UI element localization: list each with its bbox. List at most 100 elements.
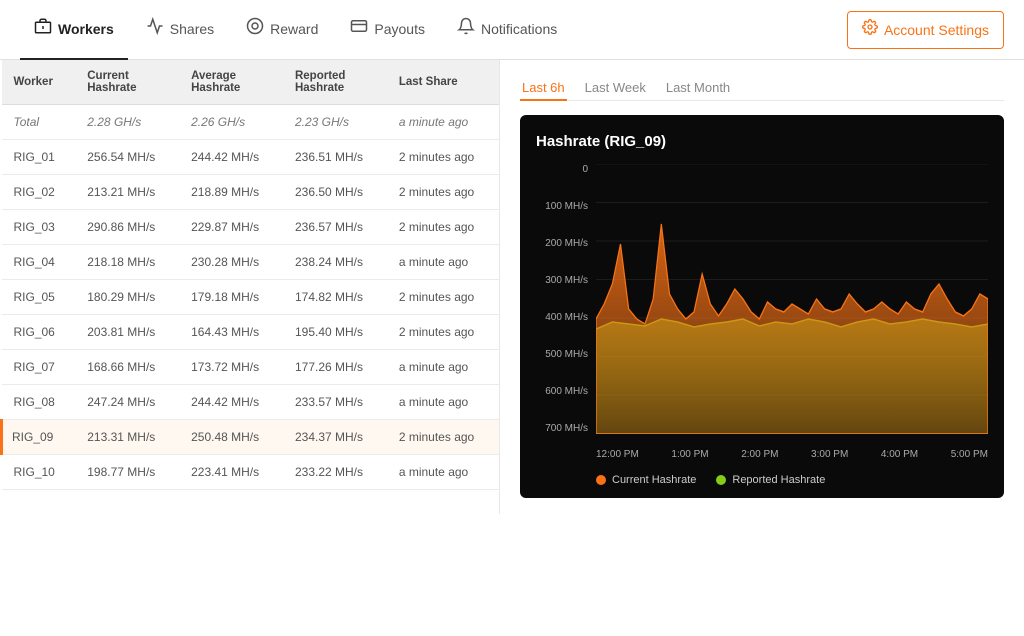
cell-worker: RIG_02 (2, 175, 76, 210)
table-row[interactable]: RIG_08 247.24 MH/s 244.42 MH/s 233.57 MH… (2, 385, 500, 420)
col-header-average-hashrate: AverageHashrate (179, 60, 283, 105)
cell-reported: 238.24 MH/s (283, 245, 387, 280)
cell-current: 2.28 GH/s (75, 105, 179, 140)
x-label-1: 1:00 PM (671, 449, 708, 460)
cell-average: 179.18 MH/s (179, 280, 283, 315)
x-axis: 12:00 PM 1:00 PM 2:00 PM 3:00 PM 4:00 PM… (596, 444, 988, 464)
cell-worker: RIG_05 (2, 280, 76, 315)
cell-current: 180.29 MH/s (75, 280, 179, 315)
tab-last-6h[interactable]: Last 6h (520, 76, 567, 101)
cell-current: 168.66 MH/s (75, 350, 179, 385)
cell-worker: RIG_06 (2, 315, 76, 350)
reward-icon (246, 17, 264, 40)
workers-table-section: Worker CurrentHashrate AverageHashrate R… (0, 60, 500, 514)
y-label-1: 600 MH/s (536, 386, 588, 397)
cell-reported: 195.40 MH/s (283, 315, 387, 350)
chart-container: Hashrate (RIG_09) 700 MH/s 600 MH/s 500 … (520, 115, 1004, 498)
cell-average: 230.28 MH/s (179, 245, 283, 280)
cell-last-share: a minute ago (387, 105, 499, 140)
y-label-2: 500 MH/s (536, 349, 588, 360)
y-label-6: 100 MH/s (536, 201, 588, 212)
legend-current-hashrate: Current Hashrate (596, 474, 696, 486)
cell-worker: RIG_08 (2, 385, 76, 420)
cell-last-share: 2 minutes ago (387, 280, 499, 315)
x-label-0: 12:00 PM (596, 449, 639, 460)
cell-reported: 174.82 MH/s (283, 280, 387, 315)
nav-account-settings[interactable]: Account Settings (847, 11, 1004, 49)
table-row[interactable]: RIG_04 218.18 MH/s 230.28 MH/s 238.24 MH… (2, 245, 500, 280)
cell-current: 213.31 MH/s (75, 420, 179, 455)
table-row[interactable]: RIG_01 256.54 MH/s 244.42 MH/s 236.51 MH… (2, 140, 500, 175)
table-row[interactable]: RIG_05 180.29 MH/s 179.18 MH/s 174.82 MH… (2, 280, 500, 315)
cell-worker: RIG_04 (2, 245, 76, 280)
nav-notifications-label: Notifications (481, 21, 557, 37)
chart-svg-container (596, 164, 988, 434)
table-row[interactable]: RIG_03 290.86 MH/s 229.87 MH/s 236.57 MH… (2, 210, 500, 245)
nav-reward[interactable]: Reward (232, 0, 332, 60)
notifications-icon (457, 17, 475, 40)
cell-last-share: a minute ago (387, 455, 499, 490)
legend-reported-dot (716, 475, 726, 485)
table-row[interactable]: RIG_06 203.81 MH/s 164.43 MH/s 195.40 MH… (2, 315, 500, 350)
cell-reported: 236.57 MH/s (283, 210, 387, 245)
col-header-reported-hashrate: ReportedHashrate (283, 60, 387, 105)
cell-average: 223.41 MH/s (179, 455, 283, 490)
col-header-current-hashrate: CurrentHashrate (75, 60, 179, 105)
cell-last-share: a minute ago (387, 350, 499, 385)
table-row[interactable]: RIG_09 213.31 MH/s 250.48 MH/s 234.37 MH… (2, 420, 500, 455)
nav-workers[interactable]: Workers (20, 0, 128, 60)
col-header-last-share: Last Share (387, 60, 499, 105)
y-label-3: 400 MH/s (536, 312, 588, 323)
shares-icon (146, 17, 164, 40)
x-label-3: 3:00 PM (811, 449, 848, 460)
table-row[interactable]: RIG_02 213.21 MH/s 218.89 MH/s 236.50 MH… (2, 175, 500, 210)
table-row[interactable]: RIG_10 198.77 MH/s 223.41 MH/s 233.22 MH… (2, 455, 500, 490)
main-content: Worker CurrentHashrate AverageHashrate R… (0, 60, 1024, 514)
cell-last-share: a minute ago (387, 245, 499, 280)
cell-last-share: 2 minutes ago (387, 210, 499, 245)
table-row[interactable]: RIG_07 168.66 MH/s 173.72 MH/s 177.26 MH… (2, 350, 500, 385)
account-settings-icon (862, 19, 878, 40)
time-tabs: Last 6h Last Week Last Month (520, 76, 1004, 101)
cell-worker: RIG_07 (2, 350, 76, 385)
chart-legend: Current Hashrate Reported Hashrate (536, 474, 988, 486)
nav-payouts[interactable]: Payouts (336, 0, 439, 60)
y-label-4: 300 MH/s (536, 275, 588, 286)
y-label-0: 700 MH/s (536, 423, 588, 434)
nav-reward-label: Reward (270, 21, 318, 37)
cell-current: 290.86 MH/s (75, 210, 179, 245)
cell-last-share: 2 minutes ago (387, 315, 499, 350)
x-label-4: 4:00 PM (881, 449, 918, 460)
cell-reported: 236.51 MH/s (283, 140, 387, 175)
tab-last-week[interactable]: Last Week (583, 76, 648, 101)
cell-reported: 233.22 MH/s (283, 455, 387, 490)
cell-current: 198.77 MH/s (75, 455, 179, 490)
chart-section: Last 6h Last Week Last Month Hashrate (R… (500, 60, 1024, 514)
cell-current: 247.24 MH/s (75, 385, 179, 420)
cell-average: 244.42 MH/s (179, 140, 283, 175)
nav-shares-label: Shares (170, 21, 214, 37)
table-row[interactable]: Total 2.28 GH/s 2.26 GH/s 2.23 GH/s a mi… (2, 105, 500, 140)
legend-reported-hashrate: Reported Hashrate (716, 474, 825, 486)
cell-average: 164.43 MH/s (179, 315, 283, 350)
current-hashrate-area (596, 224, 988, 434)
cell-current: 218.18 MH/s (75, 245, 179, 280)
cell-last-share: 2 minutes ago (387, 420, 499, 455)
cell-reported: 236.50 MH/s (283, 175, 387, 210)
cell-current: 213.21 MH/s (75, 175, 179, 210)
legend-current-label: Current Hashrate (612, 474, 696, 486)
workers-icon (34, 17, 52, 40)
cell-average: 229.87 MH/s (179, 210, 283, 245)
legend-current-dot (596, 475, 606, 485)
chart-area: 700 MH/s 600 MH/s 500 MH/s 400 MH/s 300 … (536, 164, 988, 464)
cell-worker: RIG_09 (2, 420, 76, 455)
nav-shares[interactable]: Shares (132, 0, 228, 60)
cell-reported: 2.23 GH/s (283, 105, 387, 140)
cell-current: 203.81 MH/s (75, 315, 179, 350)
cell-average: 244.42 MH/s (179, 385, 283, 420)
nav-notifications[interactable]: Notifications (443, 0, 571, 60)
tab-last-month[interactable]: Last Month (664, 76, 732, 101)
legend-reported-label: Reported Hashrate (732, 474, 825, 486)
table-header-row: Worker CurrentHashrate AverageHashrate R… (2, 60, 500, 105)
account-settings-label: Account Settings (884, 22, 989, 38)
